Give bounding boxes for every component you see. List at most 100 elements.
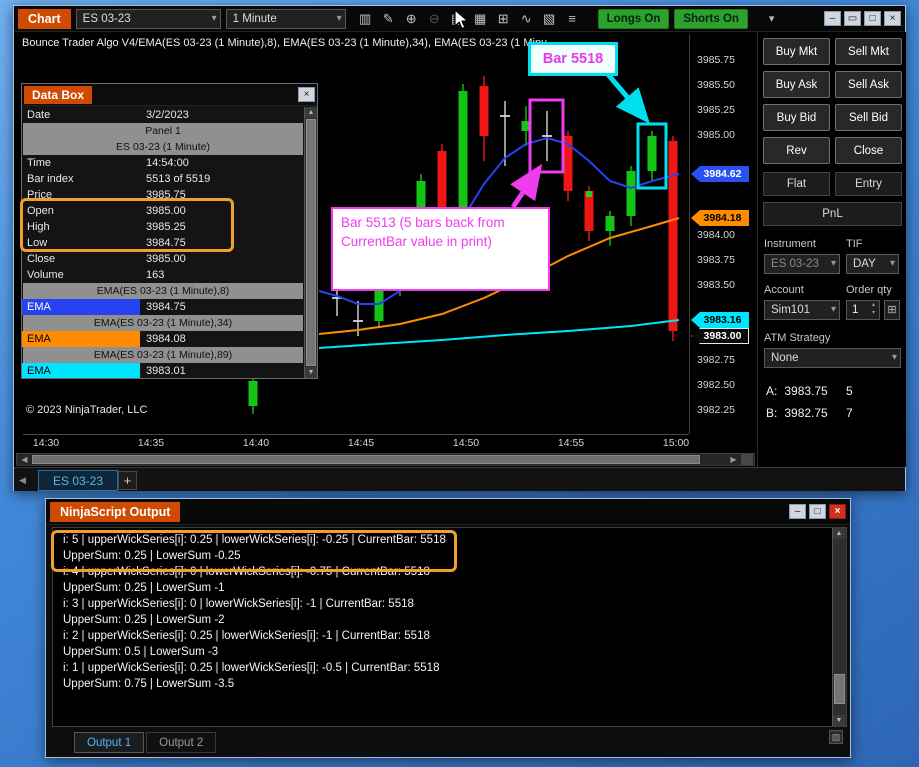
data-box-row: Volume 163 <box>22 267 304 283</box>
scroll-up-arrow[interactable]: ▲ <box>305 107 317 118</box>
price-axis-label: 3982.50 <box>697 379 735 391</box>
data-box-scrollbar[interactable]: ▲ ▼ <box>304 107 317 378</box>
data-box-row-label: Low <box>27 237 48 249</box>
scrollbar-thumb[interactable] <box>306 119 316 366</box>
chart-trader-panel: Buy Mkt Sell Mkt Buy Ask Sell Ask Buy Bid Sel… <box>757 32 906 467</box>
tab-output-2[interactable]: Output 2 <box>146 732 217 753</box>
indicators-icon[interactable]: ∿ <box>516 9 537 29</box>
tab-output-1[interactable]: Output 1 <box>74 732 145 753</box>
sell-bid-button[interactable]: Sell Bid <box>835 104 902 131</box>
time-axis-label: 14:50 <box>452 437 480 449</box>
sell-ask-button[interactable]: Sell Ask <box>835 71 902 98</box>
close-icon[interactable]: × <box>298 87 315 102</box>
data-box-row-value: 3984.75 <box>146 301 186 313</box>
data-box-row-value: 3985.00 <box>146 205 186 217</box>
flat-button[interactable]: Flat <box>763 172 830 196</box>
data-box-row: Open 3985.00 <box>22 203 304 219</box>
pnl-button[interactable]: PnL <box>763 202 902 226</box>
minimize-button[interactable]: – <box>789 504 806 519</box>
data-grid-icon[interactable]: ⊞ <box>493 9 514 29</box>
time-axis-label: 14:30 <box>32 437 60 449</box>
bar-5518-callout: Bar 5518 <box>528 42 618 76</box>
interval-selector[interactable]: 1 Minute ▾ <box>225 8 346 29</box>
data-box-row-value: 3985.75 <box>146 189 186 201</box>
data-box-row-label: High <box>27 221 50 233</box>
position-buttons: Flat Entry <box>763 172 902 196</box>
price-marker: 3983.00 <box>691 328 749 344</box>
time-axis[interactable]: 14:30 14:35 14:40 14:45 14:50 14:55 15:00 <box>23 434 689 451</box>
shorts-on-button[interactable]: Shorts On <box>674 8 748 29</box>
bar-5513-arrow <box>510 163 543 209</box>
output-line: UpperSum: 0.75 | LowerSum -3.5 <box>63 678 235 690</box>
panel-instrument-value: ES 03-23 <box>771 258 819 270</box>
data-box-row-label: Close <box>27 253 56 265</box>
properties-icon[interactable]: ≡ <box>562 9 583 29</box>
close-button[interactable]: × <box>829 504 846 519</box>
restore-button[interactable]: ▭ <box>844 11 861 26</box>
buy-mkt-button[interactable]: Buy Mkt <box>763 38 830 65</box>
data-box-row-value: 3985.25 <box>146 221 186 233</box>
scrollbar-grip[interactable] <box>741 454 753 465</box>
output-line: i: 1 | upperWickSeries[i]: 0.25 | lowerW… <box>63 662 440 674</box>
maximize-button[interactable]: □ <box>864 11 881 26</box>
titlebar-chevron-down-icon[interactable]: ▾ <box>769 12 775 25</box>
chart-menu-tab[interactable]: Chart <box>18 8 71 29</box>
close-button[interactable]: Close <box>835 137 902 164</box>
zoom-out-icon[interactable]: ⊖ <box>424 9 445 29</box>
maximize-button[interactable]: □ <box>809 504 826 519</box>
scroll-down-arrow[interactable]: ▼ <box>305 367 317 378</box>
ask-size: 5 <box>846 384 853 398</box>
price-axis[interactable]: 3985.75 3985.50 3985.25 3985.00 3984.00 3983.… <box>689 34 755 434</box>
data-box-row-label: EMA <box>22 299 140 315</box>
scrollbar-thumb[interactable] <box>32 455 700 464</box>
time-axis-label: 14:40 <box>242 437 270 449</box>
minimize-button[interactable]: – <box>824 11 841 26</box>
output-line: UpperSum: 0.25 | LowerSum -0.25 <box>63 550 241 562</box>
output-titlebar: NinjaScript Output – □ × <box>46 499 850 525</box>
tab-es-03-23[interactable]: ES 03-23 <box>38 470 119 491</box>
chart-style-icon[interactable]: ▥ <box>355 9 376 29</box>
ask-label: A: <box>766 384 778 398</box>
ask-price: 3983.75 <box>784 384 828 398</box>
ema-89-line <box>318 319 680 349</box>
tab-scroll-left-arrow[interactable]: ◀ <box>19 475 26 486</box>
quantity-stepper[interactable]: 1 ▴ ▾ <box>846 300 880 320</box>
add-tab-button[interactable]: + <box>118 471 137 490</box>
bar-5513-callout: Bar 5513 (5 bars back from CurrentBar va… <box>331 207 550 291</box>
entry-button[interactable]: Entry <box>835 172 902 196</box>
account-selector[interactable]: Sim101 ▾ <box>764 300 840 320</box>
close-button[interactable]: × <box>884 11 901 26</box>
scroll-right-arrow[interactable]: ▶ <box>727 454 740 465</box>
sell-mkt-button[interactable]: Sell Mkt <box>835 38 902 65</box>
output-line: i: 3 | upperWickSeries[i]: 0 | lowerWick… <box>63 598 414 610</box>
scroll-down-arrow[interactable]: ▼ <box>833 715 845 726</box>
data-box-row-value: 5513 of 5519 <box>146 173 211 185</box>
zoom-in-icon[interactable]: ⊕ <box>401 9 422 29</box>
qty-grid-icon[interactable]: ⊞ <box>884 300 900 320</box>
data-box-panel[interactable]: Data Box × Date 3/2/2023 Panel 1 ES 03-23 (… <box>20 83 318 379</box>
spinner-arrows-icon[interactable]: ▴ ▾ <box>869 301 878 319</box>
longs-on-button[interactable]: Longs On <box>597 8 670 29</box>
new-window-icon[interactable]: ▦ <box>470 9 491 29</box>
price-axis-label: 3985.75 <box>697 54 735 66</box>
buy-ask-button[interactable]: Buy Ask <box>763 71 830 98</box>
ninjascript-output-window: NinjaScript Output – □ × i: 5 | upperWickS… <box>45 498 851 758</box>
resize-grip-icon[interactable]: ▨ <box>829 730 843 744</box>
scroll-left-arrow[interactable]: ◀ <box>18 454 31 465</box>
time-axis-label: 15:00 <box>662 437 690 449</box>
script-editor-icon[interactable]: ▧ <box>539 9 560 29</box>
instrument-selector[interactable]: ES 03-23 ▾ <box>75 8 221 29</box>
tif-selector[interactable]: DAY ▾ <box>846 254 899 274</box>
rev-button[interactable]: Rev <box>763 137 830 164</box>
buy-bid-button[interactable]: Buy Bid <box>763 104 830 131</box>
scroll-up-arrow[interactable]: ▲ <box>833 528 845 539</box>
atm-strategy-selector[interactable]: None ▾ <box>764 348 901 368</box>
bid-quote-row: B: 3982.75 7 <box>766 406 900 420</box>
output-console[interactable]: i: 5 | upperWickSeries[i]: 0.25 | lowerW… <box>51 527 847 727</box>
data-box-row: Time 14:54:00 <box>22 155 304 171</box>
chart-horizontal-scrollbar[interactable]: ◀ ▶ <box>16 453 755 466</box>
panel-instrument-selector[interactable]: ES 03-23 ▾ <box>764 254 840 274</box>
draw-tool-icon[interactable]: ✎ <box>378 9 399 29</box>
scrollbar-thumb[interactable] <box>834 674 845 704</box>
output-scrollbar[interactable]: ▲ ▼ <box>832 528 846 726</box>
